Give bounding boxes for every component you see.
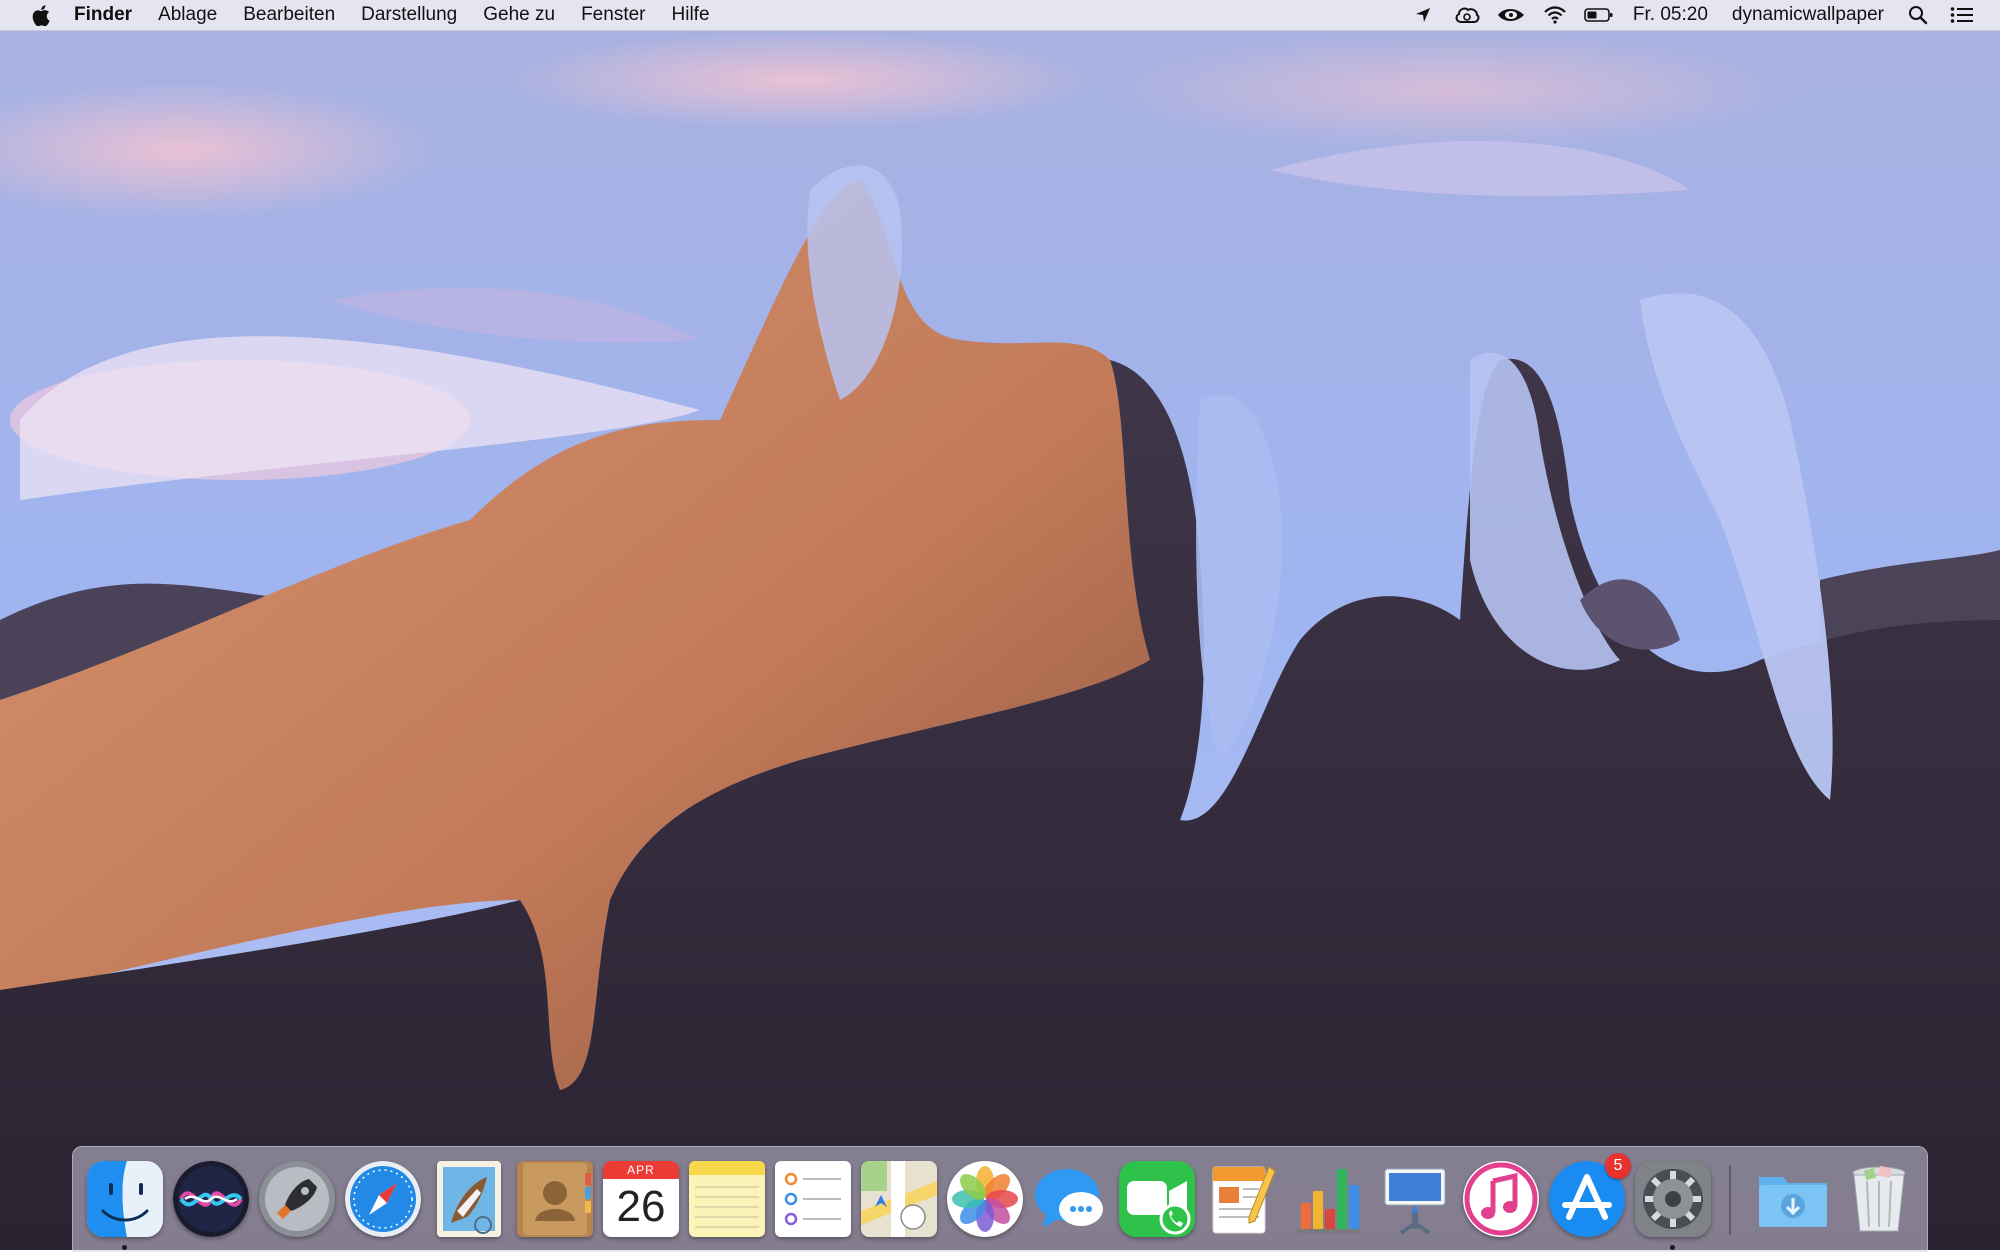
calendar-day: 26 (616, 1182, 666, 1231)
dock-item-reminders[interactable] (775, 1161, 851, 1237)
spotlight-search-icon[interactable] (1896, 0, 1940, 30)
notification-center-icon[interactable] (1940, 0, 1984, 30)
dock-item-safari[interactable] (345, 1161, 421, 1237)
dock-item-downloads[interactable] (1755, 1161, 1831, 1237)
calendar-icon: APR 26 (603, 1161, 679, 1237)
downloads-folder-icon (1755, 1161, 1831, 1237)
battery-icon[interactable] (1577, 0, 1621, 30)
dock-item-calendar[interactable]: APR 26 (603, 1161, 679, 1237)
mail-icon (437, 1161, 501, 1237)
app-store-badge: 5 (1605, 1153, 1631, 1179)
finder-icon (87, 1161, 163, 1237)
dock-item-app-store[interactable]: 5 (1549, 1153, 1631, 1237)
wifi-icon[interactable] (1533, 0, 1577, 30)
location-arrow-icon[interactable] (1401, 0, 1445, 30)
photos-icon (947, 1161, 1023, 1237)
pages-icon (1205, 1161, 1281, 1237)
siri-icon (173, 1161, 249, 1237)
dock-item-numbers[interactable] (1291, 1161, 1367, 1237)
dock-item-launchpad[interactable] (259, 1161, 335, 1237)
dock-item-notes[interactable] (689, 1161, 765, 1237)
menu-fenster[interactable]: Fenster (568, 0, 658, 30)
menu-gehe-zu[interactable]: Gehe zu (470, 0, 568, 30)
dock-item-siri[interactable] (173, 1161, 249, 1237)
contacts-icon (517, 1161, 593, 1237)
trash-icon (1841, 1161, 1917, 1237)
notes-icon (689, 1161, 765, 1237)
dock-item-contacts[interactable] (517, 1161, 593, 1237)
menu-app-name[interactable]: Finder (60, 0, 145, 30)
desktop-wallpaper (0, 0, 2000, 1250)
system-preferences-icon (1635, 1161, 1711, 1237)
dock-item-trash[interactable] (1841, 1161, 1917, 1237)
menu-bearbeiten[interactable]: Bearbeiten (230, 0, 348, 30)
dock-item-system-preferences[interactable] (1635, 1161, 1711, 1250)
menu-hilfe[interactable]: Hilfe (659, 0, 723, 30)
dock-item-pages[interactable] (1205, 1161, 1281, 1237)
menu-darstellung[interactable]: Darstellung (348, 0, 470, 30)
keynote-icon (1377, 1161, 1453, 1237)
dock-item-maps[interactable] (861, 1161, 937, 1237)
dock-separator (1729, 1165, 1731, 1235)
facetime-icon (1119, 1161, 1195, 1237)
dock-item-facetime[interactable] (1119, 1161, 1195, 1237)
reminders-icon (775, 1161, 851, 1237)
dock: APR 26 5 (72, 1146, 1928, 1252)
itunes-icon (1463, 1161, 1539, 1237)
menu-app-status-label[interactable]: dynamicwallpaper (1720, 0, 1896, 30)
wallpaper-art (0, 0, 2000, 1250)
running-indicator (122, 1245, 127, 1250)
menu-clock[interactable]: Fr. 05:20 (1621, 0, 1720, 30)
dock-item-messages[interactable] (1033, 1161, 1109, 1237)
dock-item-keynote[interactable] (1377, 1161, 1453, 1237)
apple-menu-icon[interactable] (22, 4, 60, 26)
calendar-month: APR (603, 1161, 679, 1179)
launchpad-icon (259, 1161, 335, 1237)
numbers-icon (1291, 1161, 1367, 1237)
dock-item-mail[interactable] (431, 1161, 507, 1237)
creative-cloud-icon[interactable] (1445, 0, 1489, 30)
menu-ablage[interactable]: Ablage (145, 0, 230, 30)
menu-bar: Finder Ablage Bearbeiten Darstellung Geh… (0, 0, 2000, 31)
dock-item-itunes[interactable] (1463, 1161, 1539, 1237)
messages-icon (1033, 1161, 1109, 1237)
safari-icon (345, 1161, 421, 1237)
dock-item-finder[interactable] (87, 1161, 163, 1250)
nvidia-icon[interactable] (1489, 0, 1533, 30)
dock-item-photos[interactable] (947, 1161, 1023, 1237)
running-indicator (1670, 1245, 1675, 1250)
maps-icon (861, 1161, 937, 1237)
